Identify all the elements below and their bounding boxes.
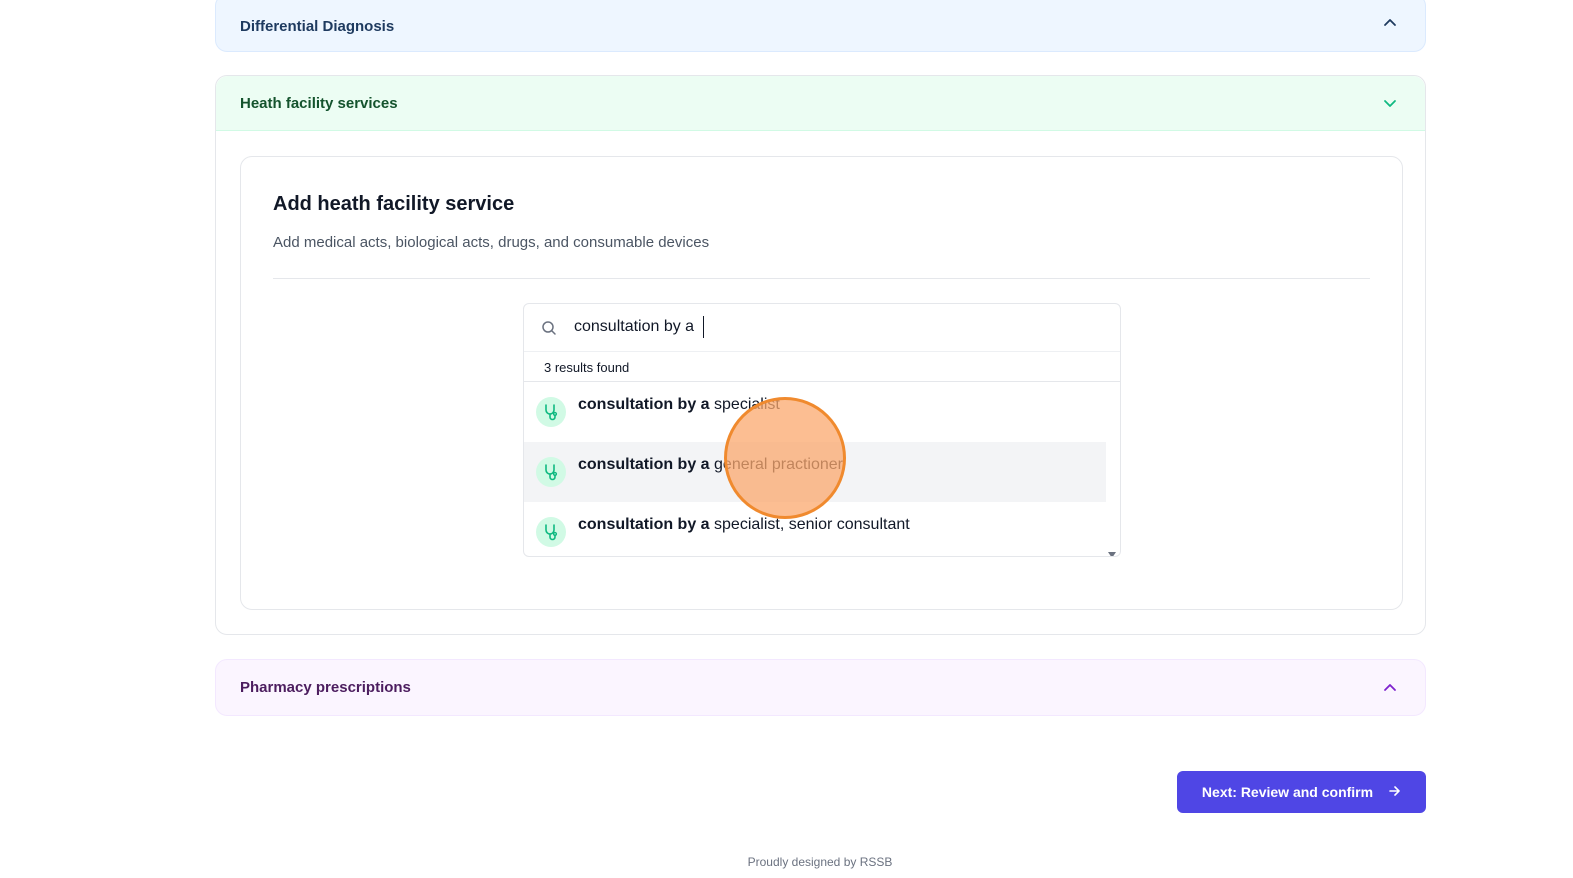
result-item[interactable]: consultation by a specialist, senior con…: [524, 502, 1106, 556]
scroll-down-arrow-icon[interactable]: [1107, 546, 1117, 556]
service-search-combobox: 3 results found consultation by a specia…: [523, 303, 1121, 557]
health-facility-services-title: Heath facility services: [240, 94, 398, 112]
result-list: consultation by a specialist consultatio…: [524, 382, 1106, 556]
chevron-up-icon[interactable]: [1383, 16, 1397, 30]
result-rest: specialist: [709, 396, 780, 413]
footer-credit: Proudly designed by RSSB: [747, 855, 893, 869]
results-count: 3 results found: [544, 360, 630, 375]
result-item[interactable]: consultation by a general practioner: [524, 442, 1106, 502]
divider: [273, 278, 1370, 279]
add-service-subtitle: Add medical acts, biological acts, drugs…: [273, 234, 710, 251]
pharmacy-prescriptions-panel: Pharmacy prescriptions: [215, 659, 1426, 716]
result-match: consultation by a: [578, 396, 710, 413]
differential-diagnosis-panel: Differential Diagnosis: [215, 0, 1426, 52]
search-row: [524, 304, 1120, 352]
result-label: consultation by a specialist, senior con…: [578, 516, 910, 534]
next-button-label: Next: Review and confirm: [1201, 784, 1374, 800]
result-label: consultation by a specialist: [578, 396, 780, 414]
stethoscope-icon: [536, 397, 566, 427]
arrow-right-icon: [1389, 784, 1401, 800]
add-service-card: Add heath facility service Add medical a…: [240, 156, 1403, 610]
result-match: consultation by a: [578, 516, 710, 533]
stethoscope-icon: [536, 457, 566, 487]
chevron-up-icon[interactable]: [1383, 681, 1397, 695]
pharmacy-prescriptions-title: Pharmacy prescriptions: [240, 679, 411, 696]
differential-diagnosis-header[interactable]: Differential Diagnosis: [216, 0, 1425, 51]
result-rest: specialist, senior consultant: [709, 516, 910, 533]
stethoscope-icon: [536, 517, 566, 547]
chevron-down-icon[interactable]: [1383, 96, 1397, 110]
next-review-confirm-button[interactable]: Next: Review and confirm: [1177, 771, 1426, 813]
result-match: consultation by a: [578, 456, 710, 473]
differential-diagnosis-title: Differential Diagnosis: [240, 17, 395, 35]
health-facility-services-panel: Heath facility services Add heath facili…: [215, 75, 1426, 635]
service-search-input[interactable]: [574, 314, 1094, 340]
health-facility-services-header[interactable]: Heath facility services: [216, 76, 1425, 131]
text-caret: [703, 316, 704, 338]
add-service-title: Add heath facility service: [273, 193, 515, 215]
result-rest: general practioner: [709, 456, 843, 473]
result-item[interactable]: consultation by a specialist: [524, 382, 1106, 442]
pharmacy-prescriptions-header[interactable]: Pharmacy prescriptions: [216, 660, 1425, 715]
result-label: consultation by a general practioner: [578, 456, 843, 474]
search-icon: [541, 320, 557, 336]
